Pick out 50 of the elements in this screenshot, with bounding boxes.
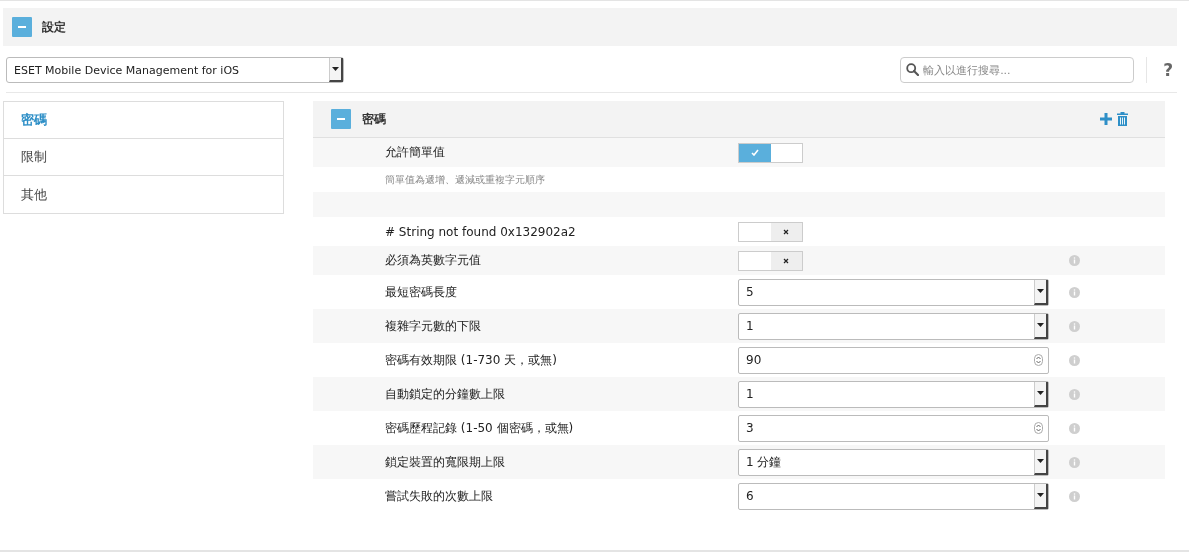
cross-icon (783, 228, 790, 235)
cross-icon (783, 257, 790, 264)
caret-icon (1034, 483, 1048, 509)
value-select[interactable]: 1 (738, 380, 1049, 408)
info-icon[interactable] (1068, 388, 1080, 400)
setting-label: 密碼有效期限 (1-730 天，或無) (384, 351, 558, 369)
setting-label: 自動鎖定的分鐘數上限 (384, 385, 506, 403)
value-select[interactable]: 1 分鐘 (738, 448, 1049, 476)
collapse-button[interactable] (12, 17, 32, 37)
spinner-icon (1034, 422, 1043, 434)
caret-icon (1034, 313, 1048, 339)
toggle-switch[interactable] (738, 250, 803, 271)
caret-icon (1034, 449, 1048, 475)
spinner-icon (1034, 354, 1043, 366)
value-select[interactable]: 5 (738, 278, 1049, 306)
plus-icon[interactable] (1100, 113, 1112, 125)
section-title: 密碼 (362, 110, 386, 128)
caret-icon (1034, 381, 1048, 407)
info-icon[interactable] (1068, 490, 1080, 502)
setting-description: 簡單值為遞增、遞減或重複字元順序 (384, 172, 545, 187)
setting-label: 密碼歷程記錄 (1-50 個密碼，或無) (384, 419, 575, 437)
collapse-button[interactable] (331, 109, 351, 129)
number-field[interactable]: 3 (738, 414, 1049, 442)
product-select[interactable]: ESET Mobile Device Management for iOS (6, 57, 344, 83)
header-title: 設定 (42, 18, 66, 36)
value-select[interactable]: 6 (738, 482, 1049, 510)
setting-label: # String not found 0x132902a2 (384, 224, 577, 239)
check-icon (750, 149, 759, 156)
caret-icon (329, 58, 343, 82)
search-icon (906, 63, 920, 76)
toggle-switch[interactable] (738, 142, 803, 163)
search-field[interactable]: 輸入以進行搜尋... (900, 57, 1135, 83)
caret-icon (1034, 279, 1048, 305)
setting-label: 嘗試失敗的次數上限 (384, 487, 494, 505)
info-icon[interactable] (1068, 354, 1080, 366)
trash-icon[interactable] (1117, 112, 1128, 126)
toggle-switch[interactable] (738, 221, 803, 242)
setting-label: 允許簡單值 (384, 144, 446, 161)
info-icon[interactable] (1068, 255, 1080, 266)
info-icon[interactable] (1068, 422, 1080, 434)
info-icon[interactable] (1068, 320, 1080, 332)
value-select[interactable]: 1 (738, 312, 1049, 340)
setting-label: 複雜字元數的下限 (384, 317, 482, 335)
help-button[interactable]: ? (1159, 60, 1177, 80)
number-field[interactable]: 90 (738, 346, 1049, 374)
setting-label: 必須為英數字元值 (384, 252, 482, 269)
setting-label: 最短密碼長度 (384, 283, 458, 301)
setting-label: 鎖定裝置的寬限期上限 (384, 453, 506, 471)
info-icon[interactable] (1068, 286, 1080, 298)
info-icon[interactable] (1068, 456, 1080, 468)
